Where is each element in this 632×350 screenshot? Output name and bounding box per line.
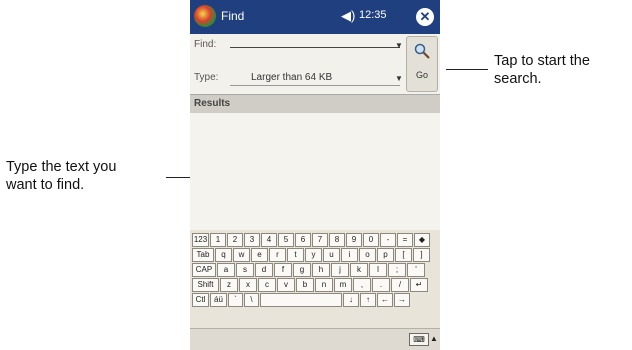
key-symbol[interactable]: = [397, 233, 413, 247]
key-r[interactable]: r [269, 248, 286, 262]
key-123[interactable]: 123 [192, 233, 209, 247]
key-l[interactable]: l [369, 263, 387, 277]
key-u[interactable]: u [323, 248, 340, 262]
key-i[interactable]: i [341, 248, 358, 262]
keyboard-row-4: Shift z x c v b n m,. / ↵ [192, 278, 428, 292]
find-label: Find: [194, 39, 217, 50]
key-space[interactable] [260, 293, 342, 307]
key-symbol[interactable]: , [353, 278, 371, 292]
magnifier-icon [414, 43, 430, 59]
type-label: Type: [194, 72, 219, 83]
key-7[interactable]: 7 [312, 233, 328, 247]
callout-start-search-line1: Tap to start the [494, 53, 590, 69]
key-e[interactable]: e [251, 248, 268, 262]
find-form: Find: ▼ Type: Larger than 64 KB ▼ Go [190, 34, 440, 94]
key-o[interactable]: o [359, 248, 376, 262]
type-dropdown-arrow-icon[interactable]: ▼ [395, 74, 403, 83]
callout-start-search: Tap to start the search. [494, 52, 590, 88]
key-x[interactable]: x [239, 278, 257, 292]
key-symbol[interactable]: ◆ [414, 233, 430, 247]
results-list[interactable] [190, 113, 440, 230]
key-0[interactable]: 0 [363, 233, 379, 247]
pocket-pc-screen: Find ◀) 12:35 ✕ Find: ▼ Type: Larger tha… [190, 0, 440, 350]
key-symbol[interactable]: - [380, 233, 396, 247]
key-symbol[interactable]: ; [388, 263, 406, 277]
key-symbol[interactable]: ↓ [343, 293, 359, 307]
key-1[interactable]: 1 [210, 233, 226, 247]
clock[interactable]: 12:35 [359, 9, 387, 21]
key-t[interactable]: t [287, 248, 304, 262]
key-d[interactable]: d [255, 263, 273, 277]
callout-start-search-line2: search. [494, 71, 542, 87]
key-k[interactable]: k [350, 263, 368, 277]
key-h[interactable]: h [312, 263, 330, 277]
key-z[interactable]: z [220, 278, 238, 292]
key-b[interactable]: b [296, 278, 314, 292]
key-tab[interactable]: Tab [192, 248, 214, 262]
key-m[interactable]: m [334, 278, 352, 292]
results-label: Results [194, 98, 231, 109]
key-6[interactable]: 6 [295, 233, 311, 247]
key-symbol[interactable]: \ [244, 293, 259, 307]
key-symbol[interactable]: → [394, 293, 410, 307]
key-symbol[interactable]: ← [377, 293, 393, 307]
input-selector-arrow-icon[interactable]: ▲ [430, 334, 438, 343]
key-symbol[interactable]: ↵ [410, 278, 428, 292]
type-select-underline [230, 85, 400, 86]
results-header: Results [190, 94, 440, 113]
key-n[interactable]: n [315, 278, 333, 292]
key-9[interactable]: 9 [346, 233, 362, 247]
key-4[interactable]: 4 [261, 233, 277, 247]
key-f[interactable]: f [274, 263, 292, 277]
key-symbol[interactable]: ' [407, 263, 425, 277]
title-bar: Find ◀) 12:35 ✕ [190, 0, 440, 34]
key-5[interactable]: 5 [278, 233, 294, 247]
key-v[interactable]: v [277, 278, 295, 292]
callout-type-text-line2: want to find. [6, 177, 85, 193]
speaker-icon[interactable]: ◀) [341, 8, 355, 24]
menu-bar: ⌨ ▲ [190, 328, 440, 350]
window-title: Find [221, 9, 245, 23]
go-button-label: Go [415, 70, 428, 80]
type-select[interactable]: Larger than 64 KB [251, 72, 332, 83]
key-symbol[interactable]: ` [228, 293, 243, 307]
key-symbol[interactable]: áü [210, 293, 227, 307]
close-icon[interactable]: ✕ [416, 8, 434, 26]
key-j[interactable]: j [331, 263, 349, 277]
key-c[interactable]: c [258, 278, 276, 292]
key-symbol[interactable]: ↑ [360, 293, 376, 307]
start-menu-icon[interactable] [194, 5, 216, 27]
keyboard-row-5: Ctl áü ` \ ↓ ↑ ← → [192, 293, 410, 307]
callout-type-text-line1: Type the text you [6, 159, 117, 175]
key-q[interactable]: q [215, 248, 232, 262]
key-s[interactable]: s [236, 263, 254, 277]
key-symbol[interactable]: [ [395, 248, 412, 262]
key-cap[interactable]: CAP [192, 263, 216, 277]
key-g[interactable]: g [293, 263, 311, 277]
key-p[interactable]: p [377, 248, 394, 262]
key-w[interactable]: w [233, 248, 250, 262]
go-button[interactable]: Go [406, 36, 438, 92]
find-input[interactable] [230, 47, 400, 48]
key-y[interactable]: y [305, 248, 322, 262]
soft-keyboard: 123 1 2 3 4 5 6 7 8 9 0- = ◆ Tab q w e r t y u i o p[] CAP a s d f… [190, 233, 440, 326]
key-8[interactable]: 8 [329, 233, 345, 247]
key-symbol[interactable]: ] [413, 248, 430, 262]
key-3[interactable]: 3 [244, 233, 260, 247]
key-ctl[interactable]: Ctl [192, 293, 209, 307]
key-2[interactable]: 2 [227, 233, 243, 247]
keyboard-row-1: 123 1 2 3 4 5 6 7 8 9 0- = ◆ [192, 233, 430, 247]
keyboard-icon[interactable]: ⌨ [409, 333, 429, 346]
callout-type-text: Type the text you want to find. [6, 158, 116, 194]
keyboard-row-2: Tab q w e r t y u i o p[] [192, 248, 430, 262]
key-a[interactable]: a [217, 263, 235, 277]
find-dropdown-arrow-icon[interactable]: ▼ [395, 41, 403, 50]
key-symbol[interactable]: . [372, 278, 390, 292]
keyboard-row-3: CAP a s d f g h j k l; ' [192, 263, 425, 277]
leader-line-right [446, 69, 488, 70]
key-shift[interactable]: Shift [192, 278, 219, 292]
key-symbol[interactable]: / [391, 278, 409, 292]
